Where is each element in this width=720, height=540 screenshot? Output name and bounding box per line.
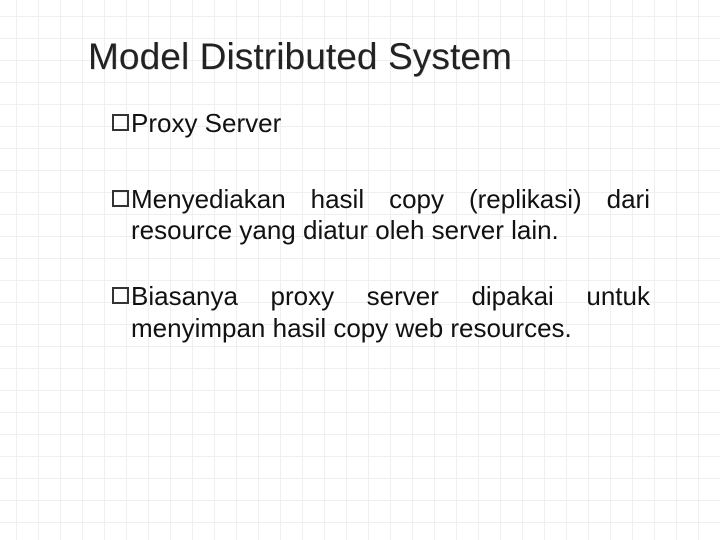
square-bullet-icon — [112, 190, 129, 207]
slide-body: Proxy Server Menyediakan hasil copy (rep… — [112, 108, 650, 345]
list-item: Menyediakan hasil copy (replikasi) dari … — [112, 184, 650, 247]
list-item-text: Proxy Server — [131, 108, 650, 140]
list-item: Biasanya proxy server dipakai untuk meny… — [112, 281, 650, 344]
list-item-text: Menyediakan hasil copy (replikasi) dari … — [131, 184, 650, 247]
slide: Model Distributed System Proxy Server Me… — [0, 0, 720, 540]
slide-title: Model Distributed System — [88, 36, 660, 78]
square-bullet-icon — [112, 114, 129, 131]
list-item-text: Biasanya proxy server dipakai untuk meny… — [131, 281, 650, 344]
list-item: Proxy Server — [112, 108, 650, 140]
square-bullet-icon — [112, 287, 129, 304]
